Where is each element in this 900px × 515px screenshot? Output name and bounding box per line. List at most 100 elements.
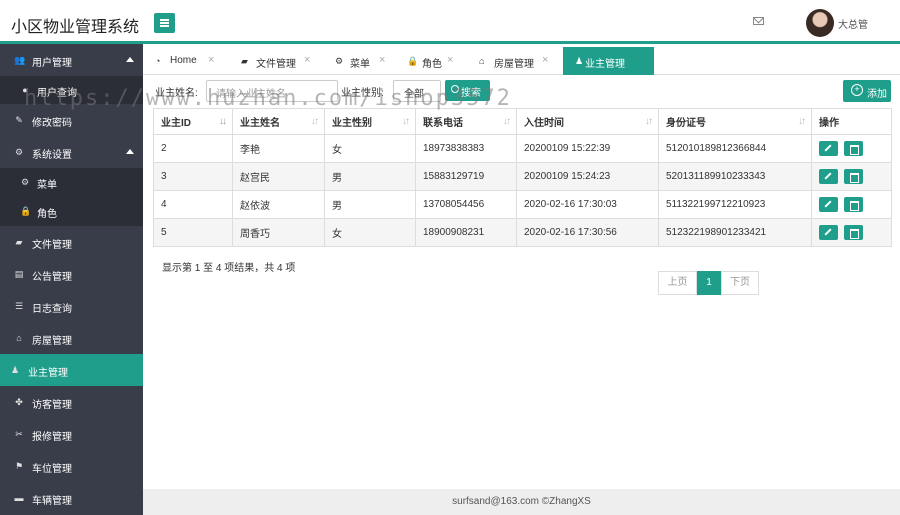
add-button[interactable]: 添加	[843, 80, 891, 102]
footer: surfsand@163.com ©ZhangXS	[143, 489, 900, 515]
column-header-name[interactable]: 业主姓名 ↓↑	[232, 108, 325, 135]
next-page-button[interactable]: 下页	[721, 271, 759, 295]
cell-id: 5	[153, 218, 233, 247]
male-icon: ♟	[10, 365, 20, 375]
sort-icon: ↓↑	[798, 116, 806, 127]
edit-button[interactable]	[819, 225, 838, 240]
close-icon[interactable]: ×	[304, 54, 310, 66]
tab-files[interactable]: ▰ 文件管理 ×	[229, 47, 323, 75]
tab-label: 菜单	[350, 59, 370, 70]
tab-role[interactable]: 🔒 角色 ×	[395, 47, 467, 75]
table-row: 4 赵依波 男 13708054456 2020-02-16 17:30:03 …	[153, 190, 892, 219]
sidebar-item-label: 系统设置	[32, 150, 72, 161]
column-header-id[interactable]: 业主ID ↓↓	[153, 108, 233, 135]
menu-toggle-button[interactable]	[154, 13, 175, 33]
dashboard-icon: ◔	[155, 56, 161, 66]
caret-up-icon	[126, 57, 134, 62]
column-header-label: 业主性别	[332, 118, 372, 129]
bank-icon: ⌂	[16, 333, 22, 343]
sidebar-item-label: 业主管理	[28, 368, 68, 379]
cell-name: 赵宫民	[232, 162, 325, 191]
sort-asc-icon: ↓↓	[219, 116, 227, 127]
column-header-label: 操作	[819, 118, 839, 129]
sidebar-item-vehicles[interactable]: ▬ 车辆管理	[0, 482, 143, 514]
column-header-gender[interactable]: 业主性别 ↓↑	[324, 108, 416, 135]
table-row: 3 赵宫民 男 15883129719 20200109 15:24:23 52…	[153, 162, 892, 191]
tab-houses[interactable]: ⌂ 房屋管理 ×	[467, 47, 563, 75]
folder-icon: ▰	[15, 237, 23, 247]
close-icon[interactable]: ×	[379, 54, 385, 66]
sidebar-item-label: 文件管理	[32, 240, 72, 251]
gear-icon: ⚙	[20, 177, 30, 187]
user-name[interactable]: 大总管	[838, 16, 868, 31]
cell-actions	[811, 134, 892, 163]
column-header-phone[interactable]: 联系电话 ↓↑	[415, 108, 517, 135]
cell-phone: 13708054456	[415, 190, 517, 219]
edit-button[interactable]	[819, 169, 838, 184]
sidebar-item-visitors[interactable]: ✤ 访客管理	[0, 386, 143, 418]
car-icon: ▬	[14, 493, 24, 503]
close-icon[interactable]: ×	[542, 54, 548, 66]
cell-id: 4	[153, 190, 233, 219]
folder-icon: ▰	[241, 56, 248, 66]
cell-id-card: 512322198901233421	[658, 218, 812, 247]
sidebar-item-logs[interactable]: ☰ 日志查询	[0, 290, 143, 322]
close-icon[interactable]: ×	[208, 54, 214, 66]
sidebar-item-notices[interactable]: ▤ 公告管理	[0, 258, 143, 290]
top-bar: 小区物业管理系统 大总管	[0, 0, 900, 44]
delete-button[interactable]	[844, 197, 863, 212]
tab-menu[interactable]: ⚙ 菜单 ×	[323, 47, 395, 75]
cell-actions	[811, 218, 892, 247]
sidebar-item-parking[interactable]: ⚑ 车位管理	[0, 450, 143, 482]
edit-icon: ✎	[15, 115, 23, 125]
sidebar-item-menu[interactable]: ⚙ 菜单	[0, 168, 143, 196]
table-row: 2 李艳 女 18973838383 20200109 15:22:39 512…	[153, 134, 892, 163]
cell-actions	[811, 190, 892, 219]
delete-button[interactable]	[844, 225, 863, 240]
close-icon[interactable]: ×	[447, 54, 453, 66]
cell-checkin: 20200109 15:22:39	[516, 134, 659, 163]
delete-button[interactable]	[844, 169, 863, 184]
edit-button[interactable]	[819, 197, 838, 212]
delete-button[interactable]	[844, 141, 863, 156]
pagination-summary: 显示第 1 至 4 项结果，共 4 项	[162, 263, 296, 274]
tab-label: 业主管理	[585, 59, 625, 70]
cell-phone: 15883129719	[415, 162, 517, 191]
column-header-checkin[interactable]: 入住时间 ↓↑	[516, 108, 659, 135]
tab-home[interactable]: ◔ Home ×	[143, 47, 229, 75]
prev-page-button[interactable]: 上页	[658, 271, 697, 295]
sidebar-item-label: 报修管理	[32, 432, 72, 443]
sidebar-item-user-management[interactable]: 👥 用户管理	[0, 44, 143, 76]
sidebar-item-houses[interactable]: ⌂ 房屋管理	[0, 322, 143, 354]
cell-id-card: 520131189910233343	[658, 162, 812, 191]
cell-actions	[811, 162, 892, 191]
tab-bar: ◔ Home × ▰ 文件管理 × ⚙ 菜单 × 🔒 角色 × ⌂ 房屋管理 ×…	[143, 47, 900, 75]
paw-icon: ✤	[15, 397, 23, 407]
sidebar-item-repairs[interactable]: ✂ 报修管理	[0, 418, 143, 450]
caret-up-icon	[126, 149, 134, 154]
cell-checkin: 2020-02-16 17:30:56	[516, 218, 659, 247]
tab-label: 角色	[422, 59, 442, 70]
sidebar-item-system-settings[interactable]: ⚙ 系统设置	[0, 136, 143, 168]
column-header-actions: 操作	[811, 108, 892, 135]
cogs-icon: ⚙	[14, 147, 24, 157]
page-1-button[interactable]: 1	[697, 271, 721, 295]
cell-name: 周香巧	[232, 218, 325, 247]
edit-button[interactable]	[819, 141, 838, 156]
sidebar-item-label: 日志查询	[32, 304, 72, 315]
lock-icon: 🔒	[407, 56, 419, 66]
avatar[interactable]	[806, 9, 834, 37]
column-header-id-card[interactable]: 身份证号 ↓↑	[658, 108, 812, 135]
table-row: 5 周香巧 女 18900908231 2020-02-16 17:30:56 …	[153, 218, 892, 247]
sidebar-item-role[interactable]: 🔒 角色	[0, 196, 143, 226]
cell-name: 李艳	[232, 134, 325, 163]
sidebar-item-label: 角色	[37, 209, 57, 220]
cell-id: 2	[153, 134, 233, 163]
mail-icon[interactable]	[753, 17, 764, 25]
sidebar-item-files[interactable]: ▰ 文件管理	[0, 226, 143, 258]
sort-icon: ↓↑	[503, 116, 511, 127]
cell-name: 赵依波	[232, 190, 325, 219]
tab-owners[interactable]: ♟ 业主管理	[563, 47, 654, 75]
sidebar-item-label: 修改密码	[32, 118, 72, 129]
sidebar-item-owners[interactable]: ♟ 业主管理	[0, 354, 143, 386]
